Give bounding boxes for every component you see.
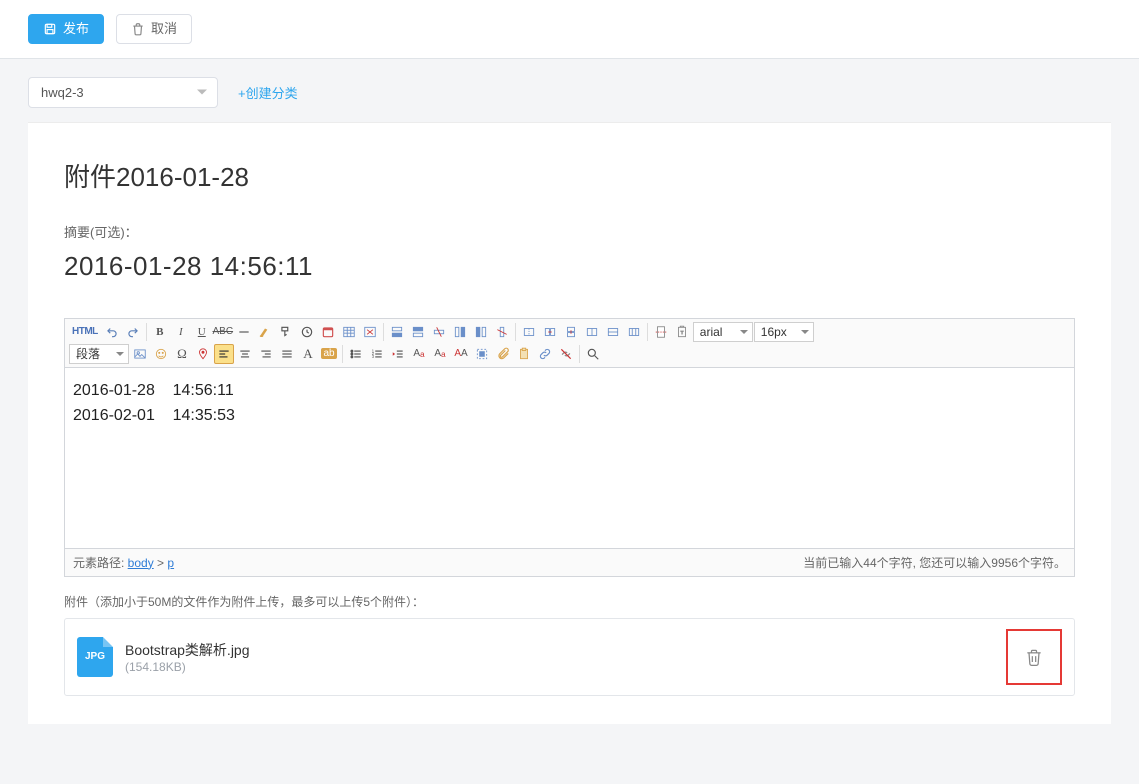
attachment-hint: 附件（添加小于50M的文件作为附件上传，最多可以上传5个附件）： xyxy=(64,593,1075,610)
post-title[interactable]: 附件2016-01-28 xyxy=(64,157,1075,194)
strikethrough-icon[interactable]: ABC xyxy=(213,322,233,342)
split-cells-icon[interactable] xyxy=(582,322,602,342)
image-icon[interactable] xyxy=(130,344,150,364)
category-selected: hwq2-3 xyxy=(41,85,84,100)
delete-row-icon[interactable] xyxy=(429,322,449,342)
delete-col-icon[interactable] xyxy=(492,322,512,342)
indent-icon[interactable] xyxy=(388,344,408,364)
font-size-select[interactable]: 16px xyxy=(754,322,814,342)
uppercase-icon[interactable]: AA xyxy=(451,344,471,364)
page-break-icon[interactable] xyxy=(651,322,671,342)
separator xyxy=(383,323,384,341)
attachment-item: JPG Bootstrap类解析.jpg (154.18KB) xyxy=(64,618,1075,696)
publish-button[interactable]: 发布 xyxy=(28,14,104,44)
bold-icon[interactable]: B xyxy=(150,322,170,342)
path-body-link[interactable]: body xyxy=(128,556,154,570)
paste-plain-icon[interactable]: T xyxy=(672,322,692,342)
publish-label: 发布 xyxy=(63,21,89,37)
table-icon[interactable] xyxy=(339,322,359,342)
insert-row-before-icon[interactable] xyxy=(408,322,428,342)
forecolor-icon[interactable]: A xyxy=(298,344,318,364)
split-cols-icon[interactable] xyxy=(624,322,644,342)
time-icon[interactable] xyxy=(297,322,317,342)
align-left-icon[interactable] xyxy=(214,344,234,364)
path-p-link[interactable]: p xyxy=(167,556,174,570)
content-line: 2016-01-28 14:56:11 xyxy=(73,378,1066,404)
underline-icon[interactable]: U xyxy=(192,322,212,342)
action-bar: 发布 取消 xyxy=(0,0,1139,59)
create-category-link[interactable]: +创建分类 xyxy=(238,83,298,102)
editor-card: 附件2016-01-28 摘要(可选)： 2016-01-28 14:56:11… xyxy=(28,122,1111,724)
italic-icon[interactable]: I xyxy=(171,322,191,342)
separator xyxy=(342,345,343,363)
align-center-icon[interactable] xyxy=(235,344,255,364)
merge-right-icon[interactable] xyxy=(540,322,560,342)
insert-col-icon[interactable] xyxy=(450,322,470,342)
special-char-icon[interactable]: Ω xyxy=(172,344,192,364)
cancel-button[interactable]: 取消 xyxy=(116,14,192,44)
cancel-label: 取消 xyxy=(151,21,177,37)
remove-format-icon[interactable] xyxy=(255,322,275,342)
align-justify-icon[interactable] xyxy=(277,344,297,364)
merge-cells-icon[interactable] xyxy=(519,322,539,342)
date-icon[interactable] xyxy=(318,322,338,342)
backcolor-icon[interactable]: ab xyxy=(319,344,339,364)
merge-down-icon[interactable] xyxy=(561,322,581,342)
unlink-icon[interactable] xyxy=(556,344,576,364)
trash-icon xyxy=(131,22,145,36)
search-replace-icon[interactable] xyxy=(583,344,603,364)
insert-col-before-icon[interactable] xyxy=(471,322,491,342)
file-type-badge: JPG xyxy=(77,637,113,677)
select-all-icon[interactable] xyxy=(472,344,492,364)
svg-text:T: T xyxy=(680,329,683,334)
content-line: 2016-02-01 14:35:53 xyxy=(73,403,1066,429)
attachment-filesize: (154.18KB) xyxy=(125,660,994,674)
emotion-icon[interactable] xyxy=(151,344,171,364)
horizontal-rule-icon[interactable] xyxy=(234,322,254,342)
attachment-filename: Bootstrap类解析.jpg xyxy=(125,640,994,660)
font-family-select[interactable]: arial xyxy=(693,322,753,342)
separator xyxy=(579,345,580,363)
chevron-down-icon xyxy=(116,352,124,356)
attachment-icon[interactable] xyxy=(493,344,513,364)
subscript-icon[interactable]: Aa xyxy=(430,344,450,364)
trash-icon xyxy=(1024,647,1044,667)
delete-attachment-button[interactable] xyxy=(1006,629,1062,685)
source-button[interactable]: HTML xyxy=(69,322,101,342)
save-icon xyxy=(43,22,57,36)
char-counter: 当前已输入44个字符, 您还可以输入9956个字符。 xyxy=(803,554,1066,571)
insert-row-icon[interactable] xyxy=(387,322,407,342)
map-icon[interactable] xyxy=(193,344,213,364)
editor-body[interactable]: 2016-01-28 14:56:11 2016-02-01 14:35:53 xyxy=(65,368,1074,548)
redo-icon[interactable] xyxy=(123,322,143,342)
separator xyxy=(515,323,516,341)
link-icon[interactable] xyxy=(535,344,555,364)
paste-icon[interactable] xyxy=(514,344,534,364)
ordered-list-icon[interactable]: 123 xyxy=(367,344,387,364)
editor-footer: 元素路径: body > p 当前已输入44个字符, 您还可以输入9956个字符… xyxy=(65,548,1074,576)
category-row: hwq2-3 +创建分类 xyxy=(0,59,1139,108)
editor-toolbar: HTML B I U ABC xyxy=(65,319,1074,368)
superscript-icon[interactable]: Aa xyxy=(409,344,429,364)
delete-table-icon[interactable] xyxy=(360,322,380,342)
unordered-list-icon[interactable] xyxy=(346,344,366,364)
category-select[interactable]: hwq2-3 xyxy=(28,77,218,108)
chevron-down-icon xyxy=(801,330,809,334)
paragraph-select[interactable]: 段落 xyxy=(69,344,129,364)
summary-value[interactable]: 2016-01-28 14:56:11 xyxy=(64,251,1075,282)
align-right-icon[interactable] xyxy=(256,344,276,364)
element-path: 元素路径: body > p xyxy=(73,554,174,571)
chevron-down-icon xyxy=(197,90,207,95)
separator xyxy=(146,323,147,341)
separator xyxy=(647,323,648,341)
undo-icon[interactable] xyxy=(102,322,122,342)
rich-editor: HTML B I U ABC xyxy=(64,318,1075,577)
format-match-icon[interactable] xyxy=(276,322,296,342)
chevron-down-icon xyxy=(740,330,748,334)
svg-text:3: 3 xyxy=(372,354,375,359)
split-rows-icon[interactable] xyxy=(603,322,623,342)
summary-label: 摘要(可选)： xyxy=(64,222,1075,241)
attachment-info: Bootstrap类解析.jpg (154.18KB) xyxy=(125,640,994,674)
